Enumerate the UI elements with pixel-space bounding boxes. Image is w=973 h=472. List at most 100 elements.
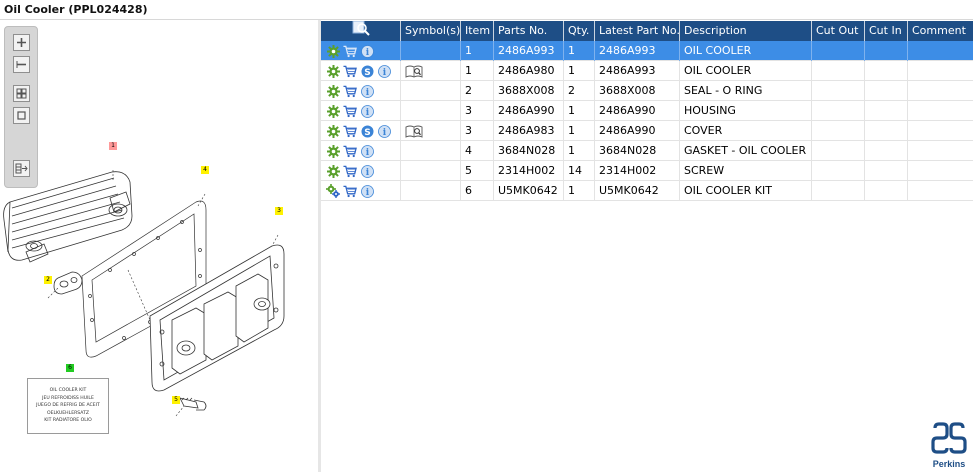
- actual-size-icon[interactable]: [13, 107, 30, 124]
- info-icon[interactable]: i: [360, 144, 374, 158]
- add-to-cart-icon[interactable]: [343, 44, 357, 58]
- add-to-cart-icon[interactable]: [343, 64, 357, 78]
- zoom-in-icon[interactable]: [13, 34, 30, 51]
- info-icon[interactable]: i: [360, 164, 374, 178]
- callout-item-1[interactable]: 1: [109, 142, 117, 150]
- zoom-out-icon[interactable]: [13, 56, 30, 73]
- cut-out-cell: [812, 121, 865, 141]
- kit-label-line: JEU REFROIDISS HUILE: [42, 395, 94, 401]
- parts-no-cell: 2486A980: [494, 61, 564, 81]
- title-bar: Oil Cooler (PPL024428): [0, 0, 973, 20]
- gear-icon[interactable]: [326, 104, 340, 118]
- svg-text:i: i: [365, 188, 369, 198]
- column-header-latest-part-no[interactable]: Latest Part No.: [595, 21, 680, 41]
- add-to-cart-icon[interactable]: [343, 84, 357, 98]
- column-header-qty[interactable]: Qty.: [564, 21, 595, 41]
- book-search-icon[interactable]: [405, 124, 423, 138]
- comment-cell: [908, 181, 973, 201]
- qty-cell: 1: [564, 121, 595, 141]
- description-cell: GASKET - OIL COOLER: [680, 141, 812, 161]
- cut-in-cell: [865, 41, 908, 61]
- gears-kit-icon[interactable]: [326, 184, 340, 198]
- symbols-cell: [401, 101, 461, 121]
- find-part-icon[interactable]: [352, 21, 370, 41]
- callout-item-6[interactable]: 6: [66, 364, 74, 372]
- column-header-item[interactable]: Item: [461, 21, 494, 41]
- add-to-cart-icon[interactable]: [343, 184, 357, 198]
- diagram-toolbar: [4, 26, 38, 188]
- callout-item-2[interactable]: 2: [44, 276, 52, 284]
- item-cell: 1: [461, 41, 494, 61]
- column-header-tools[interactable]: [321, 21, 401, 41]
- qty-cell: 1: [564, 141, 595, 161]
- row-tools-cell: i: [321, 81, 401, 101]
- cut-out-cell: [812, 81, 865, 101]
- row-tools-cell: i: [321, 181, 401, 201]
- diagram-pane[interactable]: 1 4 3 2 6 5 OIL COOLER KIT JEU REFROIDIS…: [0, 20, 318, 472]
- gear-icon[interactable]: [326, 164, 340, 178]
- fit-all-icon[interactable]: [13, 85, 30, 102]
- comment-cell: [908, 101, 973, 121]
- table-row[interactable]: Si 3 2486A983 1 2486A990 COVER: [321, 121, 973, 141]
- table-row[interactable]: i 6 U5MK0642 1 U5MK0642 OIL COOLER KIT: [321, 181, 973, 201]
- gear-icon[interactable]: [326, 84, 340, 98]
- cut-out-cell: [812, 181, 865, 201]
- table-row[interactable]: i 5 2314H002 14 2314H002 SCREW: [321, 161, 973, 181]
- column-header-symbols[interactable]: Symbol(s): [401, 21, 461, 41]
- supersession-icon[interactable]: S: [360, 64, 374, 78]
- column-header-cut-out[interactable]: Cut Out: [812, 21, 865, 41]
- book-search-icon[interactable]: [405, 64, 423, 78]
- cut-out-cell: [812, 41, 865, 61]
- comment-cell: [908, 141, 973, 161]
- add-to-cart-icon[interactable]: [343, 124, 357, 138]
- table-row[interactable]: i 3 2486A990 1 2486A990 HOUSING: [321, 101, 973, 121]
- qty-cell: 1: [564, 41, 595, 61]
- info-icon[interactable]: i: [377, 64, 391, 78]
- add-to-cart-icon[interactable]: [343, 144, 357, 158]
- brand-name: Perkins: [932, 459, 966, 469]
- gear-icon[interactable]: [326, 44, 340, 58]
- supersession-icon[interactable]: S: [360, 124, 374, 138]
- column-header-cut-in[interactable]: Cut In: [865, 21, 908, 41]
- add-to-cart-icon[interactable]: [343, 104, 357, 118]
- parts-no-cell: 3688X008: [494, 81, 564, 101]
- table-row[interactable]: i 1 2486A993 1 2486A993 OIL COOLER: [321, 41, 973, 61]
- column-header-parts-no[interactable]: Parts No.: [494, 21, 564, 41]
- export-icon[interactable]: [13, 160, 30, 177]
- gear-icon[interactable]: [326, 124, 340, 138]
- table-row[interactable]: i 4 3684N028 1 3684N028 GASKET - OIL COOLER: [321, 141, 973, 161]
- row-tools-cell: Si: [321, 61, 401, 81]
- gear-icon[interactable]: [326, 144, 340, 158]
- info-icon[interactable]: i: [377, 124, 391, 138]
- cut-in-cell: [865, 161, 908, 181]
- perkins-logo-icon: [931, 422, 967, 454]
- column-header-description[interactable]: Description: [680, 21, 812, 41]
- info-icon[interactable]: i: [360, 84, 374, 98]
- description-cell: COVER: [680, 121, 812, 141]
- callout-item-5[interactable]: 5: [172, 396, 180, 404]
- column-header-comment[interactable]: Comment: [908, 21, 973, 41]
- info-icon[interactable]: i: [360, 44, 374, 58]
- description-cell: HOUSING: [680, 101, 812, 121]
- item-cell: 6: [461, 181, 494, 201]
- parts-no-cell: 3684N028: [494, 141, 564, 161]
- callout-item-4[interactable]: 4: [201, 166, 209, 174]
- info-icon[interactable]: i: [360, 184, 374, 198]
- qty-cell: 14: [564, 161, 595, 181]
- cut-in-cell: [865, 61, 908, 81]
- grid-body: i 1 2486A993 1 2486A993 OIL COOLER Si 1 2486A980…: [321, 41, 973, 201]
- info-icon[interactable]: i: [360, 104, 374, 118]
- comment-cell: [908, 41, 973, 61]
- latest-part-no-cell: 2486A990: [595, 101, 680, 121]
- add-to-cart-icon[interactable]: [343, 164, 357, 178]
- svg-text:i: i: [382, 68, 386, 78]
- table-row[interactable]: Si 1 2486A980 1 2486A993 OIL COOLER: [321, 61, 973, 81]
- latest-part-no-cell: 2486A990: [595, 121, 680, 141]
- grid-header: Symbol(s) Item Parts No. Qty. Latest Par…: [321, 21, 973, 41]
- gear-icon[interactable]: [326, 64, 340, 78]
- callout-item-3[interactable]: 3: [275, 207, 283, 215]
- row-tools-cell: i: [321, 101, 401, 121]
- table-row[interactable]: i 2 3688X008 2 3688X008 SEAL - O RING: [321, 81, 973, 101]
- screw-drawing: [179, 397, 207, 411]
- cut-in-cell: [865, 181, 908, 201]
